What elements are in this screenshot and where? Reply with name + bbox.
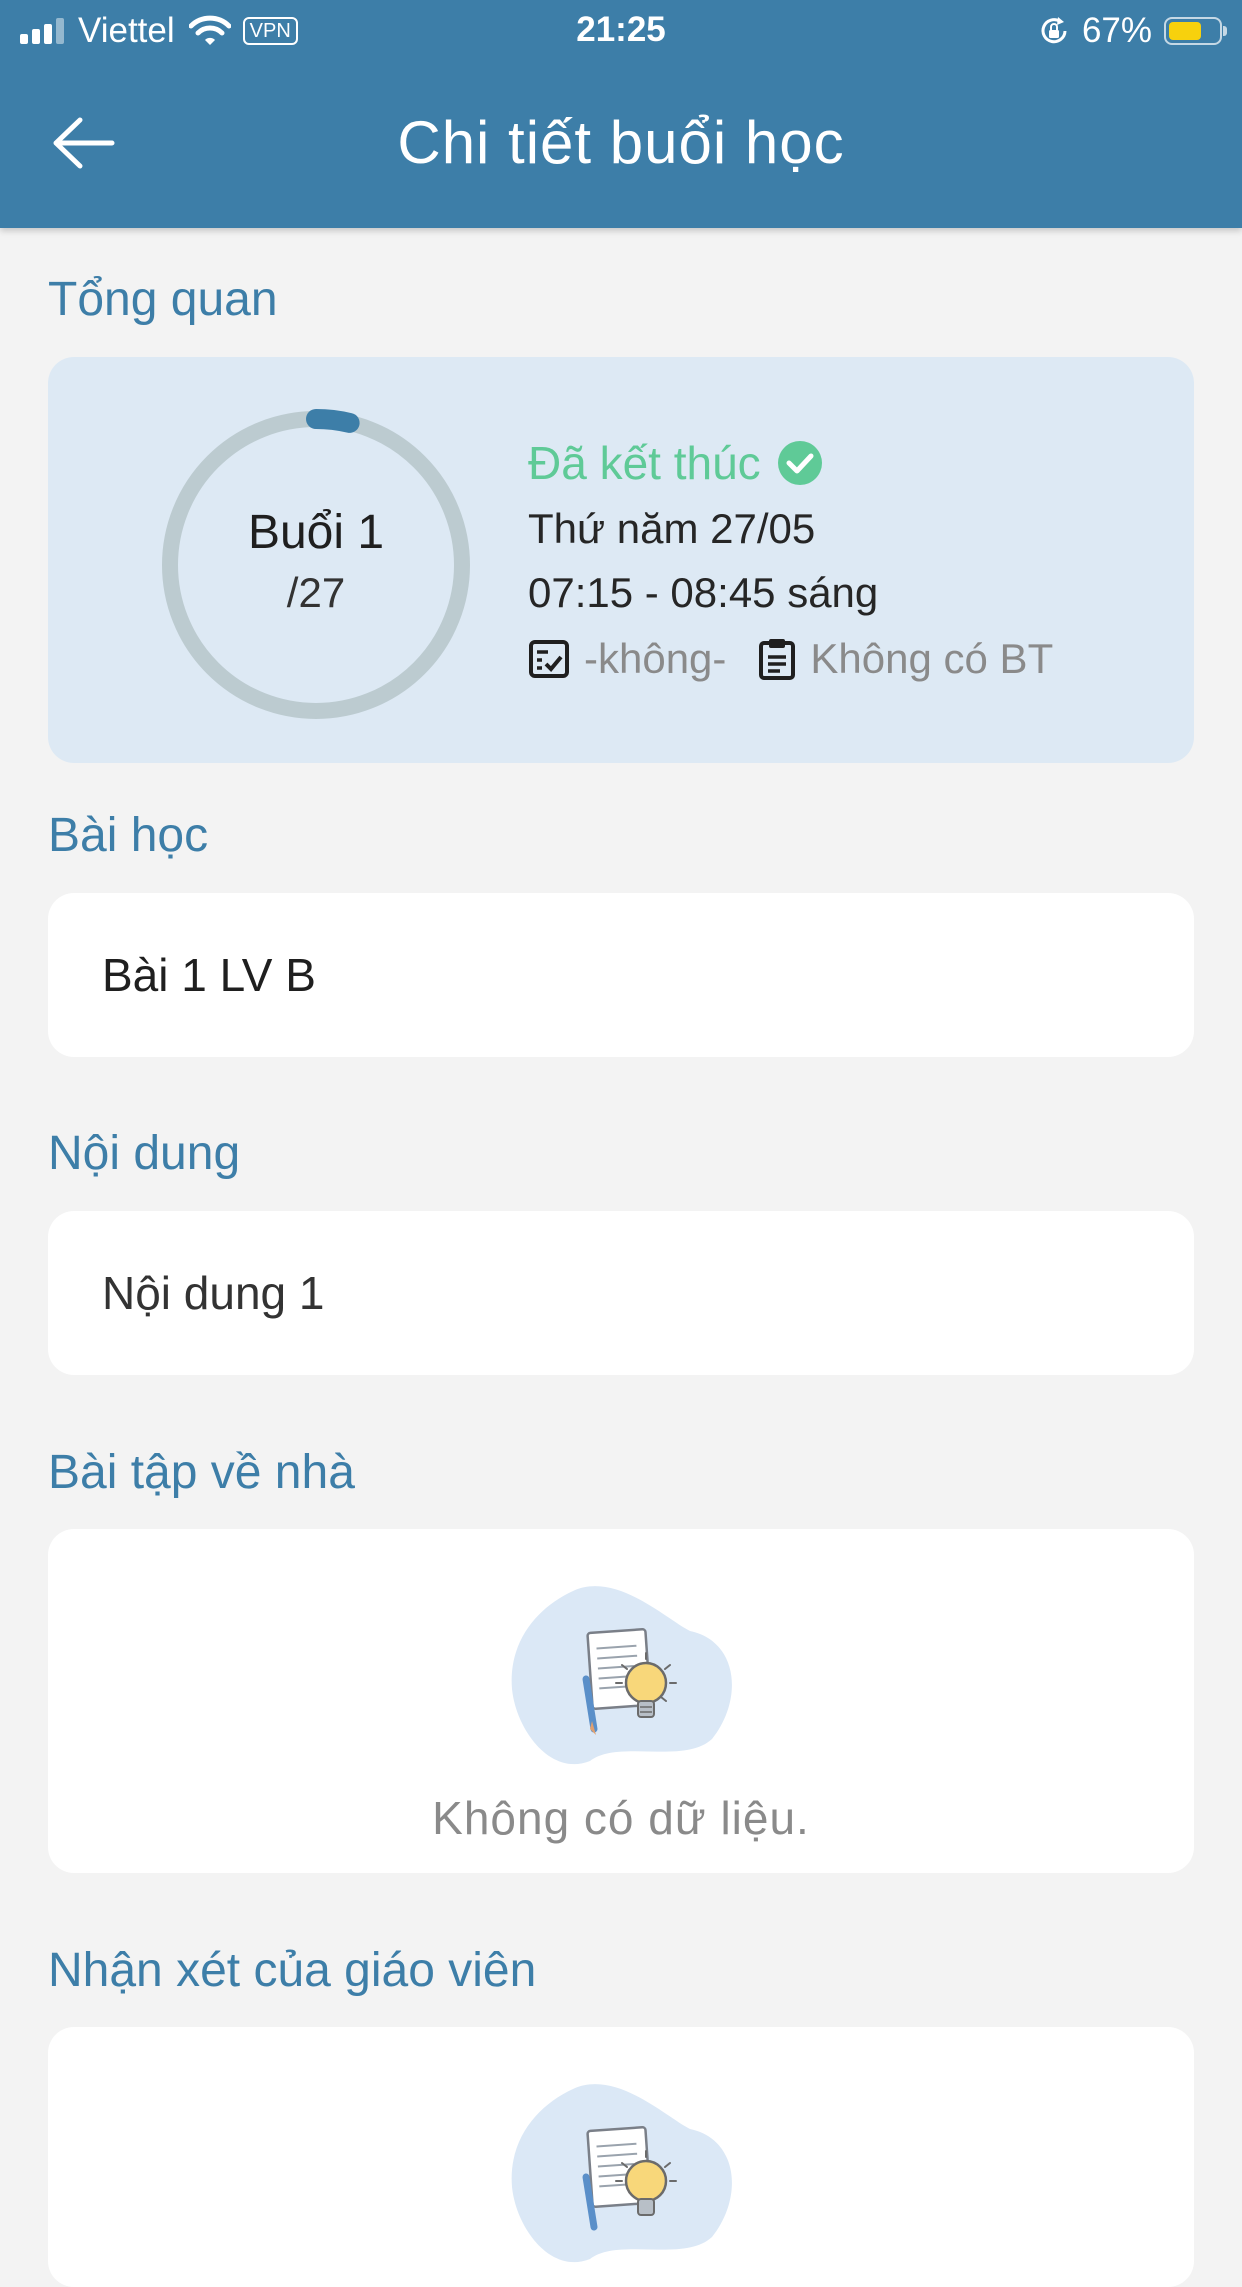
session-time: 07:15 - 08:45 sáng <box>528 569 879 616</box>
session-date: Thứ năm 27/05 <box>528 505 816 552</box>
status-bar: Viettel VPN 21:25 67% <box>0 0 1242 62</box>
status-text: Đã kết thúc <box>528 437 761 489</box>
session-total: /27 <box>286 569 346 616</box>
overview-card: Buổi 1 /27 Đã kết thúc Thứ năm 27/05 07:… <box>48 357 1194 763</box>
battery-percent: 67% <box>1081 11 1152 50</box>
empty-state-illustration <box>511 1586 732 1765</box>
battery-icon <box>1164 17 1227 45</box>
session-status: Đã kết thúc <box>528 433 1053 493</box>
homework-value: Không có BT <box>810 635 1054 682</box>
attendance-value: -không- <box>584 635 727 682</box>
check-circle-icon <box>777 441 822 485</box>
homework-card: Không có dữ liệu. <box>48 1529 1194 1873</box>
teacher-comment-card <box>48 2027 1194 2287</box>
content-card: Nội dung 1 <box>48 1211 1194 1375</box>
session-number: Buổi 1 <box>247 506 385 559</box>
app-header: Viettel VPN 21:25 67% Chi tiết buổi học <box>0 0 1242 228</box>
overview-section-title: Tổng quan <box>48 273 278 326</box>
empty-state-illustration <box>511 2084 732 2263</box>
content-section-title: Nội dung <box>48 1127 241 1180</box>
clipboard-icon <box>759 639 796 680</box>
empty-state-text: Không có dữ liệu. <box>432 1792 810 1844</box>
content-value: Nội dung 1 <box>102 1267 325 1319</box>
lesson-section-title: Bài học <box>48 809 209 862</box>
lesson-value: Bài 1 LV B <box>102 949 316 1001</box>
attendance-checklist-icon <box>529 640 569 678</box>
lesson-card: Bài 1 LV B <box>48 893 1194 1057</box>
page-title: Chi tiết buổi học <box>397 109 845 176</box>
orientation-lock-icon <box>1041 17 1067 44</box>
homework-section-title: Bài tập về nhà <box>48 1446 355 1499</box>
teacher-comment-section-title: Nhận xét của giáo viên <box>48 1944 537 1997</box>
